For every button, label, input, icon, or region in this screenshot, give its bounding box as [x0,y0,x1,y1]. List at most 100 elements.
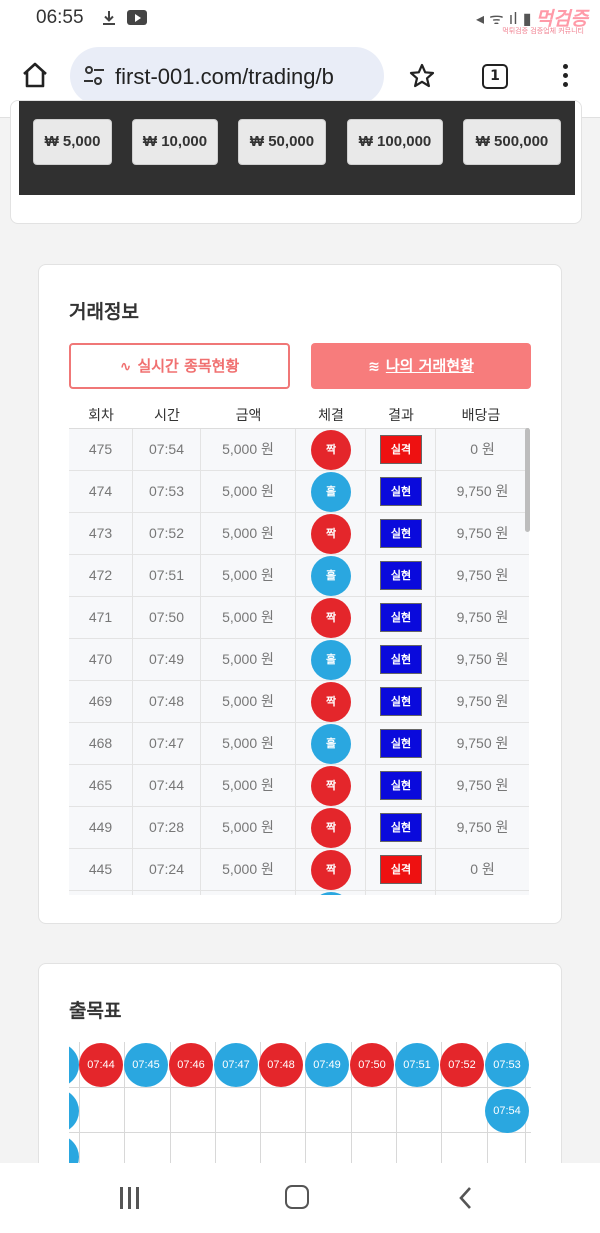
cell-amount: 5,000 원 [201,681,296,722]
pick-chip: 홀 [311,724,351,764]
result-badge: 실현 [380,771,422,800]
table-row: 474 07:53 5,000 원 홀 실현 9,750 원 [69,471,529,513]
cell-round: 465 [69,765,133,806]
result-badge: 실현 [380,519,422,548]
cell-pick: 짝 [296,681,366,722]
draw-bead: 07:49 [305,1043,349,1087]
pick-chip: 짝 [311,850,351,890]
table-row: 471 07:50 5,000 원 짝 실현 9,750 원 [69,597,529,639]
header-payout: 배당금 [461,408,501,424]
table-row: 468 07:47 5,000 원 홀 실현 9,750 원 [69,723,529,765]
draw-bead: 07:47 [214,1043,258,1087]
amount-500000-button[interactable]: ₩ 500,000 [463,119,561,165]
cell-round: 474 [69,471,133,512]
cell-amount: 5,000 원 [201,723,296,764]
grid-line [69,1087,531,1088]
pick-chip: 홀 [311,640,351,680]
cell-round: 473 [69,513,133,554]
table-row [69,891,529,895]
table-row: 445 07:24 5,000 원 짝 실격 0 원 [69,849,529,891]
tab-my-trades[interactable]: ≋ 나의 거래현황 [311,343,531,389]
cell-pick: 짝 [296,849,366,890]
draw-bead: 07:54 [485,1089,529,1133]
pick-chip: 짝 [311,682,351,722]
trade-table[interactable]: 475 07:54 5,000 원 짝 실격 0 원 474 07:53 5,000 원 홀 실현 9… [69,428,529,895]
cell-pick: 짝 [296,513,366,554]
recent-apps-icon[interactable] [118,1187,142,1209]
cell-result: 실현 [366,639,436,680]
home-icon[interactable] [20,60,50,90]
table-row: 465 07:44 5,000 원 짝 실현 9,750 원 [69,765,529,807]
pick-chip: 짝 [311,598,351,638]
table-row: 475 07:54 5,000 원 짝 실격 0 원 [69,429,529,471]
home-nav-icon[interactable] [285,1185,309,1209]
draw-board-title: 출목표 [69,1000,122,1022]
tab-live-status[interactable]: ∿ 실시간 종목현황 [69,343,290,389]
header-pick: 체결 [318,408,344,424]
cell-pick: 홀 [296,555,366,596]
more-menu-icon[interactable] [558,62,572,92]
grid-line [69,1132,531,1133]
tab-switcher-button[interactable]: 1 [482,64,508,89]
cell-result: 실현 [366,765,436,806]
site-settings-icon[interactable] [82,65,106,87]
cell-result: 실격 [366,429,436,470]
cell-time: 07:44 [133,765,201,806]
cell-time: 07:28 [133,807,201,848]
tab-my-trades-label: 나의 거래현황 [385,357,474,375]
table-row: 470 07:49 5,000 원 홀 실현 9,750 원 [69,639,529,681]
waves-icon: ≋ [368,359,380,375]
cell-round: 470 [69,639,133,680]
result-badge: 실현 [380,687,422,716]
cell-amount: 5,000 원 [201,639,296,680]
amount-10000-button[interactable]: ₩ 10,000 [132,119,218,165]
amount-100000-button[interactable]: ₩ 100,000 [347,119,443,165]
cell-result: 실현 [366,681,436,722]
result-badge: 실현 [380,729,422,758]
amount-5000-button[interactable]: ₩ 5,000 [33,119,112,165]
table-row: 469 07:48 5,000 원 짝 실현 9,750 원 [69,681,529,723]
cell-amount: 5,000 원 [201,807,296,848]
bookmark-star-icon[interactable] [408,62,436,90]
header-time: 시간 [154,408,180,424]
result-badge: 실현 [380,603,422,632]
cell-round [69,891,133,895]
cell-pick [296,891,366,895]
draw-bead: 07:46 [169,1043,213,1087]
back-icon[interactable] [456,1185,476,1211]
cell-pick: 홀 [296,639,366,680]
cell-payout: 9,750 원 [456,819,509,835]
cell-amount: 5,000 원 [201,429,296,470]
cell-round: 449 [69,807,133,848]
cell-time: 07:50 [133,597,201,638]
cell-time: 07:47 [133,723,201,764]
screen: 06:55 ◂ ᯤ ıl ▮ 먹검증 먹튀검증 검증업체 커뮤니티 first-… [0,0,600,1233]
cell-time: 07:52 [133,513,201,554]
result-badge: 실격 [380,435,422,464]
cell-time: 07:49 [133,639,201,680]
table-scrollbar[interactable] [525,428,530,532]
cell-round: 468 [69,723,133,764]
cell-amount: 5,000 원 [201,765,296,806]
cell-amount: 5,000 원 [201,471,296,512]
status-bar: 06:55 ◂ ᯤ ıl ▮ 먹검증 먹튀검증 검증업체 커뮤니티 [0,0,600,38]
header-amount: 금액 [235,408,262,424]
header-round: 회차 [88,408,114,424]
result-badge: 실현 [380,561,422,590]
cell-pick: 짝 [296,765,366,806]
tab-live-label: 실시간 종목현황 [137,357,240,375]
cell-result: 실현 [366,513,436,554]
youtube-icon [127,10,147,25]
cell-amount: 5,000 원 [201,513,296,554]
amount-50000-button[interactable]: ₩ 50,000 [238,119,326,165]
cell-pick: 짝 [296,807,366,848]
address-bar[interactable]: first-001.com/trading/b [70,47,384,105]
url-text[interactable]: first-001.com/trading/b [115,64,380,90]
cell-payout: 0 원 [470,861,495,877]
cell-pick: 홀 [296,723,366,764]
watermark: 먹검증 먹튀검증 검증업체 커뮤니티 [466,4,594,36]
cell-result: 실현 [366,471,436,512]
pick-chip: 홀 [311,556,351,596]
pick-chip: 짝 [311,808,351,848]
cell-amount: 5,000 원 [201,555,296,596]
